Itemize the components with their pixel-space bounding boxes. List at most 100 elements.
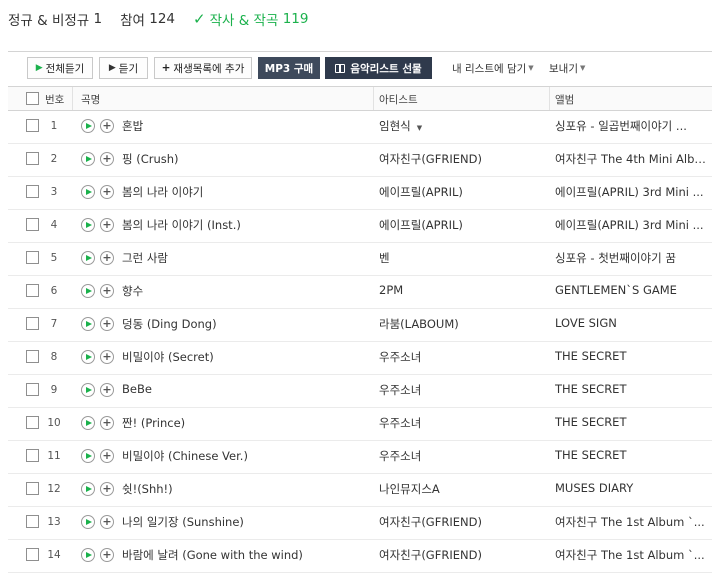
song-title[interactable]: BeBe [122,382,152,396]
play-circle-icon[interactable] [81,482,95,496]
row-checkbox[interactable] [26,515,39,528]
add-circle-icon[interactable]: + [100,185,114,199]
add-circle-icon[interactable]: + [100,284,114,298]
artist-name[interactable]: 여자친구(GFRIEND) [379,515,482,529]
song-title[interactable]: 짠! (Prince) [122,415,185,431]
album-name[interactable]: 에이프릴(APRIL) 3rd Mini ... [555,217,712,233]
song-title[interactable]: 쉿!(Shh!) [122,481,173,497]
writer-label[interactable]: 작사 & 작곡 [210,9,279,29]
participation-label[interactable]: 참여 [120,9,145,29]
category-label[interactable]: 정규 & 비정규 [8,9,89,29]
song-title[interactable]: 핑 (Crush) [122,151,179,167]
add-circle-icon[interactable]: + [100,152,114,166]
song-title[interactable]: 비밀이야 (Secret) [122,349,214,365]
album-name[interactable]: 여자친구 The 1st Album `... [555,547,712,563]
song-title[interactable]: 봄의 나라 이야기 (Inst.) [122,217,241,233]
play-circle-icon[interactable] [81,383,95,397]
add-playlist-button[interactable]: + 재생목록에 추가 [154,57,252,79]
album-name[interactable]: 여자친구 The 1st Album `... [555,514,712,530]
song-title[interactable]: 바람에 날려 (Gone with the wind) [122,547,303,563]
play-circle-icon[interactable] [81,350,95,364]
album-name[interactable]: MUSES DIARY [555,481,712,495]
add-circle-icon[interactable]: + [100,350,114,364]
select-all-checkbox[interactable] [26,92,39,105]
play-circle-icon[interactable] [81,218,95,232]
artist-name[interactable]: 여자친구(GFRIEND) [379,152,482,166]
album-name[interactable]: THE SECRET [555,415,712,429]
album-name[interactable]: 에이프릴(APRIL) 3rd Mini ... [555,184,712,200]
row-checkbox[interactable] [26,284,39,297]
album-name[interactable]: 싱포유 - 첫번째이야기 꿈 [555,250,712,266]
mp3-buy-button[interactable]: MP3 구매 [258,57,320,79]
gift-list-button[interactable]: 음악리스트 선물 [325,57,432,79]
play-circle-icon[interactable] [81,515,95,529]
add-circle-icon[interactable]: + [100,317,114,331]
song-title[interactable]: 혼밥 [122,118,143,134]
album-name[interactable]: THE SECRET [555,448,712,462]
album-name[interactable]: 여자친구 The 4th Mini Album ... [555,151,712,167]
row-checkbox[interactable] [26,185,39,198]
play-circle-icon[interactable] [81,416,95,430]
row-checkbox[interactable] [26,218,39,231]
row-checkbox[interactable] [26,317,39,330]
album-name[interactable]: 싱포유 - 일곱번째이야기 ... [555,118,712,134]
play-all-label: 전체듣기 [45,62,85,75]
play-circle-icon[interactable] [81,317,95,331]
add-my-list-dropdown[interactable]: 내 리스트에 담기 ▼ [452,57,534,79]
row-checkbox[interactable] [26,119,39,132]
row-checkbox[interactable] [26,416,39,429]
play-all-button[interactable]: ▶ 전체듣기 [27,57,93,79]
artist-name[interactable]: 벤 [379,251,390,265]
add-circle-icon[interactable]: + [100,119,114,133]
play-circle-icon[interactable] [81,251,95,265]
row-checkbox[interactable] [26,548,39,561]
add-circle-icon[interactable]: + [100,449,114,463]
caret-down-icon[interactable]: ▼ [417,124,422,132]
play-button[interactable]: ▶ 듣기 [99,57,148,79]
artist-name[interactable]: 우주소녀 [379,449,421,463]
artist-name[interactable]: 라붐(LABOUM) [379,317,459,331]
row-number: 5 [50,252,58,264]
play-circle-icon[interactable] [81,284,95,298]
album-name[interactable]: GENTLEMEN`S GAME [555,283,712,297]
play-circle-icon[interactable] [81,152,95,166]
row-checkbox[interactable] [26,449,39,462]
add-circle-icon[interactable]: + [100,416,114,430]
row-checkbox[interactable] [26,251,39,264]
add-circle-icon[interactable]: + [100,515,114,529]
add-circle-icon[interactable]: + [100,251,114,265]
song-title[interactable]: 봄의 나라 이야기 [122,184,203,200]
artist-name[interactable]: 여자친구(GFRIEND) [379,548,482,562]
artist-name[interactable]: 2PM [379,283,403,297]
artist-name[interactable]: 우주소녀 [379,383,421,397]
artist-name[interactable]: 에이프릴(APRIL) [379,185,463,199]
album-name[interactable]: THE SECRET [555,382,712,396]
artist-name[interactable]: 우주소녀 [379,416,421,430]
song-title[interactable]: 비밀이야 (Chinese Ver.) [122,448,248,464]
album-name[interactable]: THE SECRET [555,349,712,363]
song-title[interactable]: 나의 일기장 (Sunshine) [122,514,244,530]
play-circle-icon[interactable] [81,548,95,562]
row-checkbox[interactable] [26,482,39,495]
send-dropdown[interactable]: 보내기 ▼ [549,57,585,79]
artist-name[interactable]: 임현식 [379,119,411,133]
add-circle-icon[interactable]: + [100,383,114,397]
play-circle-icon[interactable] [81,119,95,133]
add-circle-icon[interactable]: + [100,218,114,232]
credit-summary: 정규 & 비정규 1 참여 124 ✓ 작사 & 작곡 119 [8,8,308,30]
artist-name[interactable]: 에이프릴(APRIL) [379,218,463,232]
row-checkbox[interactable] [26,383,39,396]
album-name[interactable]: LOVE SIGN [555,316,712,330]
artist-name[interactable]: 나인뮤지스A [379,482,440,496]
song-title[interactable]: 덩동 (Ding Dong) [122,316,217,332]
plus-icon: + [161,62,171,74]
play-circle-icon[interactable] [81,185,95,199]
add-circle-icon[interactable]: + [100,482,114,496]
song-title[interactable]: 향수 [122,283,143,299]
row-checkbox[interactable] [26,350,39,363]
song-title[interactable]: 그런 사람 [122,250,168,266]
add-circle-icon[interactable]: + [100,548,114,562]
artist-name[interactable]: 우주소녀 [379,350,421,364]
play-circle-icon[interactable] [81,449,95,463]
row-checkbox[interactable] [26,152,39,165]
